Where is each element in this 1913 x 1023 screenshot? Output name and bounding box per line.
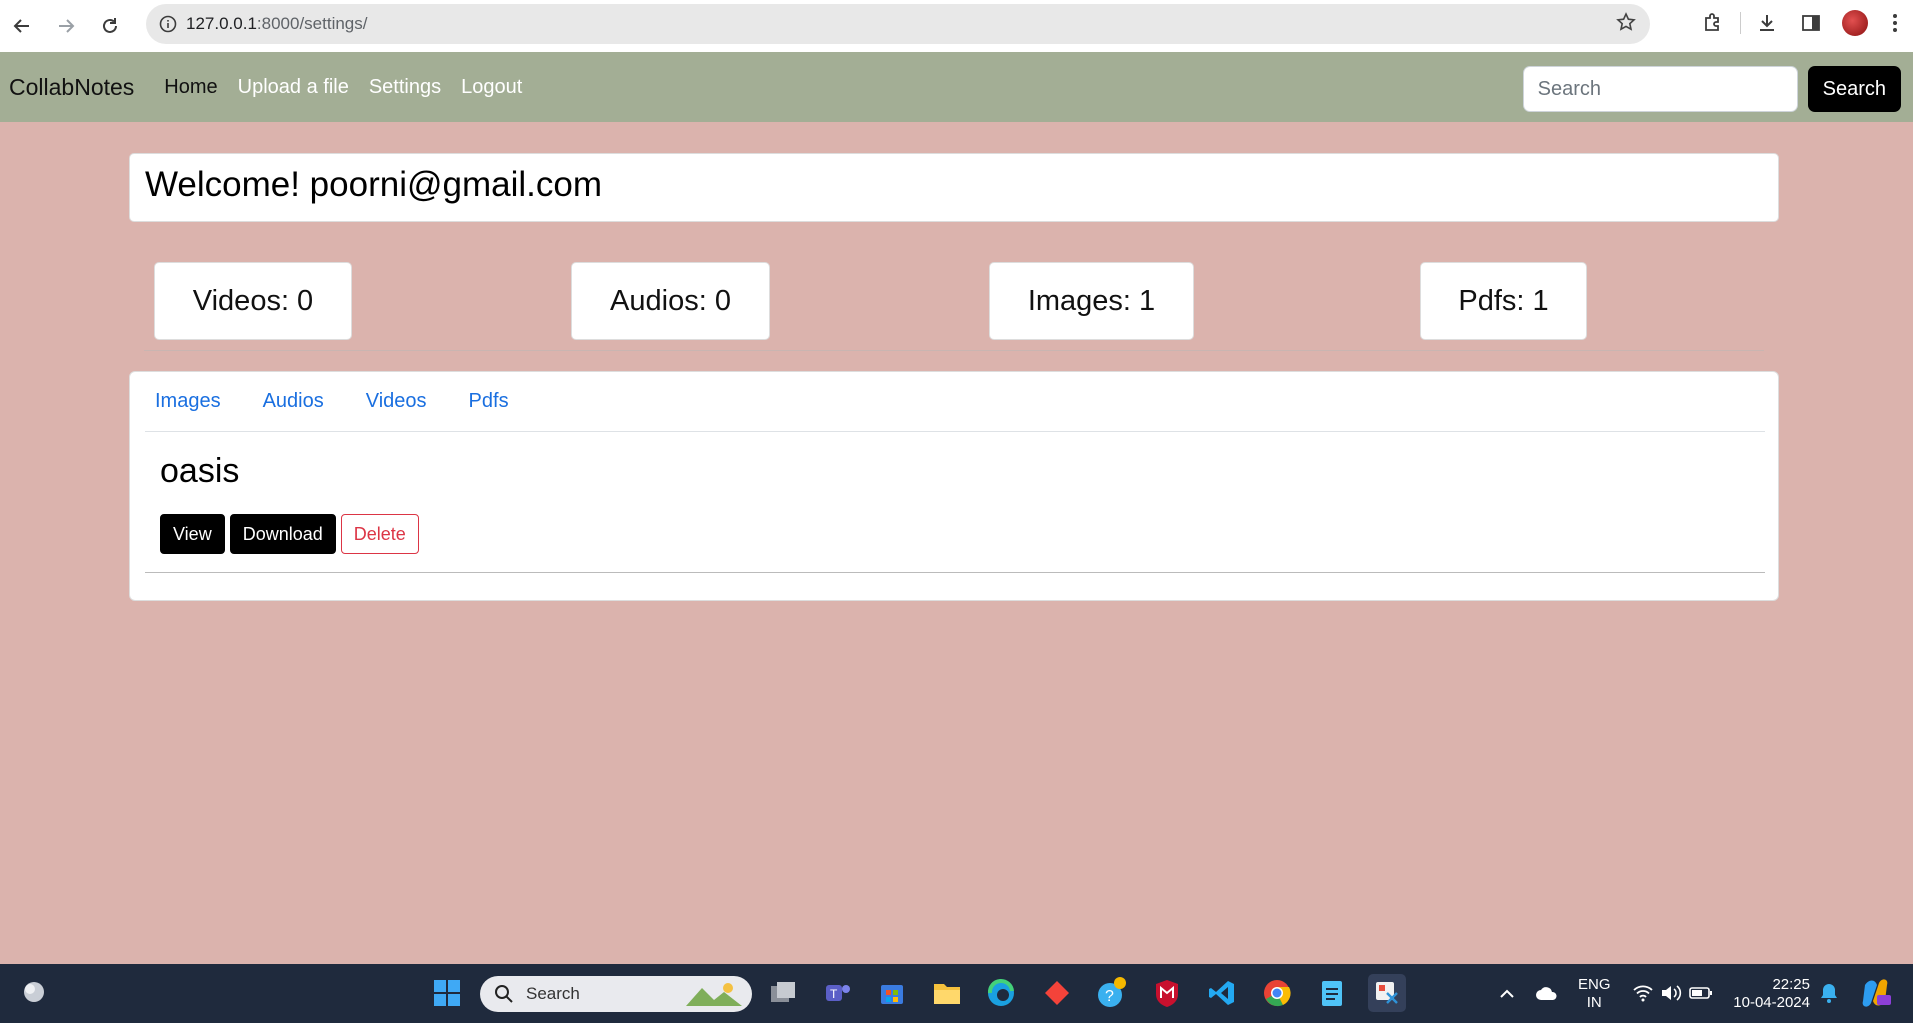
tray-chevron-up-icon[interactable] — [1488, 974, 1526, 1012]
tab-images[interactable]: Images — [155, 390, 221, 413]
nav-upload[interactable]: Upload a file — [238, 76, 349, 99]
back-arrow-icon[interactable] — [0, 4, 44, 48]
clock-date: 10-04-2024 — [1733, 994, 1810, 1011]
battery-icon[interactable] — [1682, 974, 1720, 1012]
tab-videos[interactable]: Videos — [366, 390, 427, 413]
url-path: :8000/settings/ — [256, 14, 368, 33]
app-navbar: CollabNotes Home Upload a file Settings … — [0, 52, 1913, 122]
nav-search-form: Search — [1522, 66, 1901, 112]
notepad-icon[interactable] — [1313, 974, 1351, 1012]
files-card: Images Audios Videos Pdfs oasis View Dow… — [129, 371, 1779, 601]
file-actions: View Download Delete — [160, 514, 419, 554]
profile-avatar[interactable] — [1833, 1, 1877, 45]
file-explorer-icon[interactable] — [928, 974, 966, 1012]
file-type-tabs: Images Audios Videos Pdfs — [145, 372, 1765, 432]
onedrive-cloud-icon[interactable] — [1528, 974, 1566, 1012]
weather-icon[interactable] — [16, 974, 54, 1012]
stat-pdfs: Pdfs: 1 — [1420, 262, 1587, 340]
welcome-text: Welcome! poorni@gmail.com — [145, 165, 602, 204]
copilot-icon[interactable] — [1856, 974, 1894, 1012]
divider — [145, 572, 1765, 573]
tab-pdfs[interactable]: Pdfs — [469, 390, 509, 413]
stat-images: Images: 1 — [989, 262, 1194, 340]
vscode-icon[interactable] — [1203, 974, 1241, 1012]
side-panel-icon[interactable] — [1789, 1, 1833, 45]
search-button[interactable]: Search — [1807, 66, 1901, 112]
chrome-icon[interactable] — [1258, 974, 1296, 1012]
extensions-icon[interactable] — [1691, 1, 1735, 45]
file-title: oasis — [160, 452, 240, 490]
notification-bell-icon[interactable] — [1810, 974, 1848, 1012]
download-icon[interactable] — [1745, 1, 1789, 45]
help-icon[interactable]: ? — [1093, 974, 1131, 1012]
search-input[interactable] — [1522, 66, 1798, 112]
windows-taskbar: Search T ? ENG IN 22:25 10-04-2024 — [0, 964, 1913, 1023]
stat-videos: Videos: 0 — [154, 262, 352, 340]
lang-line1: ENG — [1578, 976, 1611, 993]
language-indicator[interactable]: ENG IN — [1578, 976, 1611, 1012]
mcafee-shield-icon[interactable] — [1148, 974, 1186, 1012]
svg-text:?: ? — [1105, 988, 1114, 1005]
app-diamond-icon[interactable] — [1038, 974, 1076, 1012]
stat-audios: Audios: 0 — [571, 262, 770, 340]
clock-time: 22:25 — [1772, 976, 1810, 993]
forward-arrow-icon[interactable] — [44, 4, 88, 48]
view-button[interactable]: View — [160, 514, 225, 554]
task-view-icon[interactable] — [764, 974, 802, 1012]
svg-text:T: T — [830, 987, 838, 1001]
divider — [1735, 1, 1745, 45]
browser-actions — [1691, 0, 1913, 46]
store-icon[interactable] — [873, 974, 911, 1012]
search-icon — [495, 985, 513, 1003]
divider — [144, 350, 1764, 351]
tab-audios[interactable]: Audios — [263, 390, 324, 413]
lang-line2: IN — [1586, 994, 1602, 1011]
url-text: 127.0.0.1:8000/settings/ — [186, 14, 367, 34]
brand-link[interactable]: CollabNotes — [9, 74, 134, 101]
search-highlight-icon — [686, 983, 742, 1006]
reload-icon[interactable] — [88, 4, 132, 48]
nav-home[interactable]: Home — [164, 76, 217, 99]
taskbar-search[interactable]: Search — [480, 976, 752, 1012]
download-button[interactable]: Download — [229, 514, 336, 554]
delete-button[interactable]: Delete — [340, 514, 419, 554]
start-windows-icon[interactable] — [428, 974, 466, 1012]
welcome-banner: Welcome! poorni@gmail.com — [129, 153, 1779, 222]
nav-settings[interactable]: Settings — [369, 76, 441, 99]
bookmark-star-icon[interactable] — [1616, 12, 1636, 38]
teams-icon[interactable]: T — [818, 974, 856, 1012]
taskbar-search-label: Search — [526, 984, 580, 1003]
menu-kebab-icon[interactable] — [1877, 1, 1913, 45]
browser-toolbar: 127.0.0.1:8000/settings/ — [0, 0, 1913, 52]
nav-logout[interactable]: Logout — [461, 76, 522, 99]
site-info-icon[interactable] — [150, 15, 186, 33]
address-bar[interactable]: 127.0.0.1:8000/settings/ — [146, 4, 1650, 44]
snipping-tool-icon[interactable] — [1368, 974, 1406, 1012]
url-host: 127.0.0.1 — [186, 14, 257, 33]
system-clock[interactable]: 22:25 10-04-2024 — [1730, 976, 1810, 1012]
edge-icon[interactable] — [982, 974, 1020, 1012]
